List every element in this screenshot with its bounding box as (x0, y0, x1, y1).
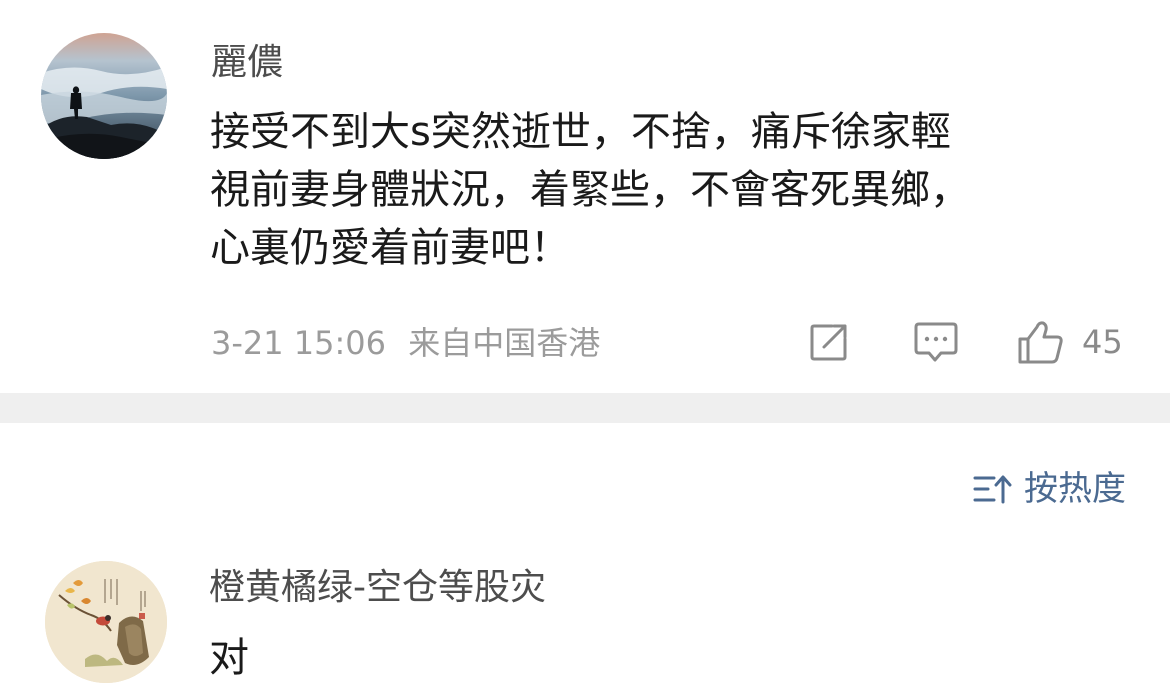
comment-thread: 麗儂 接受不到大s突然逝世，不捨，痛斥徐家輕 視前妻身體狀況，着緊些，不會客死異… (0, 0, 1170, 698)
comment-text: 对 (209, 635, 249, 681)
post-body-line: 視前妻身體狀況，着緊些，不會客死異鄉， (210, 167, 970, 213)
post-card: 麗儂 接受不到大s突然逝世，不捨，痛斥徐家輕 視前妻身體狀況，着緊些，不會客死異… (0, 0, 1170, 393)
post-body-line: 心裏仍愛着前妻吧！ (210, 225, 570, 271)
post-body: 接受不到大s突然逝世，不捨，痛斥徐家輕 視前妻身體狀況，着緊些，不會客死異鄉， … (210, 103, 1110, 277)
post-meta: 3-21 15:06 来自中国香港 (211, 320, 600, 366)
comment-button[interactable] (913, 318, 959, 366)
like-count: 45 (1082, 323, 1123, 361)
commenter-avatar[interactable] (45, 561, 167, 683)
share-icon (810, 324, 847, 361)
sort-by-hot-button[interactable]: 按热度 (972, 466, 1126, 512)
post-timestamp: 3-21 15:06 (211, 324, 387, 362)
author-name[interactable]: 麗儂 (211, 38, 283, 88)
sort-icon (973, 475, 1012, 504)
share-button[interactable] (808, 318, 850, 366)
post-body-line: 接受不到大s突然逝世，不捨，痛斥徐家輕 (210, 109, 951, 155)
post-location: 来自中国香港 (408, 324, 601, 362)
commenter-name[interactable]: 橙黄橘绿-空仓等股灾 (209, 563, 546, 613)
comment-icon (914, 322, 958, 362)
sort-label: 按热度 (1024, 469, 1126, 509)
section-divider (0, 393, 1170, 423)
like-button[interactable]: 45 (1016, 318, 1123, 366)
thumbs-up-icon (1018, 321, 1063, 364)
author-avatar[interactable] (41, 33, 167, 159)
